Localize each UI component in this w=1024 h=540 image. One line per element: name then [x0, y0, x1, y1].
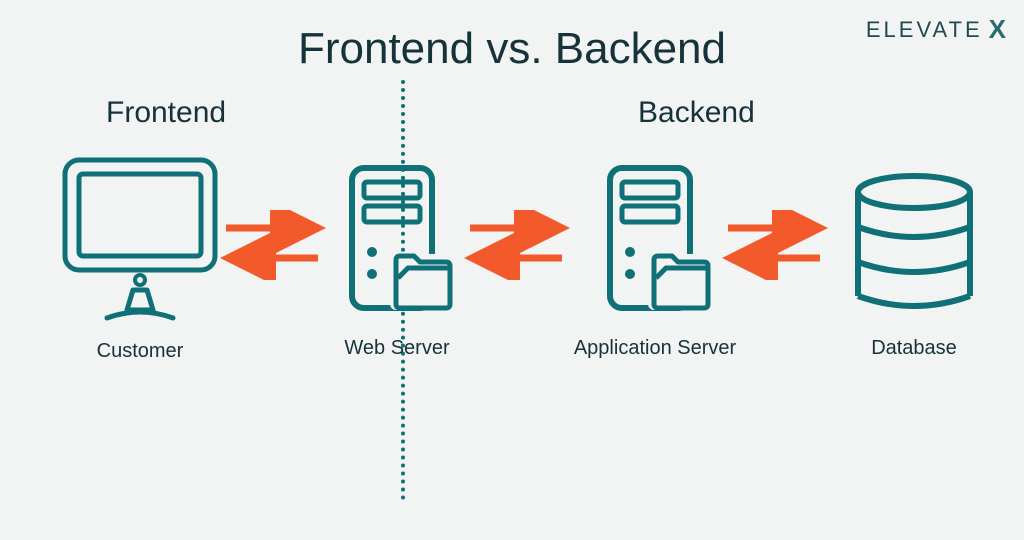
database-label: Database: [834, 337, 994, 360]
arrows-customer-webserver: [218, 210, 328, 280]
database-icon: [844, 172, 984, 322]
node-customer: Customer: [45, 150, 235, 363]
frontend-heading: Frontend: [106, 96, 226, 130]
node-web-server: Web Server: [322, 162, 472, 360]
node-database: Database: [834, 172, 994, 360]
monitor-icon: [55, 150, 225, 325]
arrows-webserver-appserver: [462, 210, 572, 280]
server-icon: [590, 162, 720, 322]
web-server-label: Web Server: [322, 337, 472, 360]
app-server-label: Application Server: [570, 337, 740, 360]
diagram-title: Frontend vs. Backend: [0, 24, 1024, 74]
arrows-appserver-database: [720, 210, 830, 280]
backend-heading: Backend: [638, 96, 755, 130]
node-app-server: Application Server: [570, 162, 740, 360]
server-icon: [332, 162, 462, 322]
customer-label: Customer: [45, 340, 235, 363]
